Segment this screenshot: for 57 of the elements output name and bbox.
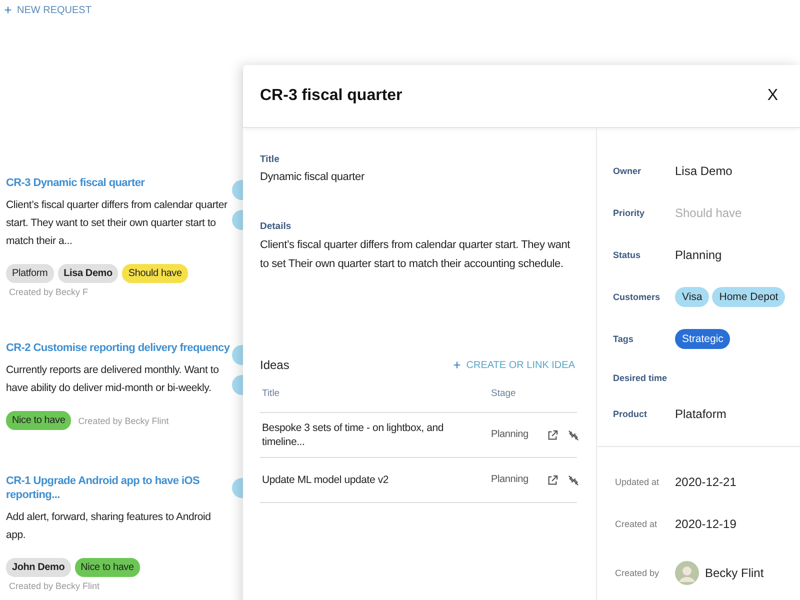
priority-field[interactable]: Should have <box>675 206 785 220</box>
field-label: Owner <box>613 166 642 176</box>
user-name: Becky Flint <box>705 566 764 580</box>
close-button[interactable]: X <box>767 87 778 105</box>
request-description: Client’s fiscal quarter differs from calendar quarter start. They want to set their own quarter start to match their a... <box>6 198 228 249</box>
ideas-heading: Ideas <box>260 358 290 372</box>
field-label: Desired time <box>613 373 668 383</box>
created-by-text: Created by Becky Flint <box>78 416 169 426</box>
tag-chip: Visa <box>675 287 710 307</box>
field-value: Planning <box>675 248 722 262</box>
field-label: Tags <box>613 334 634 344</box>
field-value: 2020-12-21 <box>675 475 736 489</box>
tag-chip: Nice to have <box>74 558 140 577</box>
title-value: Dynamic fiscal quarter <box>260 171 366 183</box>
tag-chip: Home Depot <box>712 287 786 307</box>
unlink-icon[interactable] <box>568 474 579 486</box>
new-request-button[interactable]: NEW REQUEST <box>4 4 92 16</box>
field-label: Title <box>260 154 280 165</box>
tag-chip: Platform <box>6 264 54 283</box>
field-value: Plataform <box>675 407 726 421</box>
column-header: Stage <box>490 388 517 398</box>
field-label: Product <box>613 409 648 419</box>
avatar-icon <box>675 558 699 588</box>
field-label: Updated at <box>615 477 660 487</box>
request-title-link[interactable]: CR-1 Upgrade Android app to have iOS reporting... <box>6 474 230 502</box>
field-label: Created by <box>615 568 660 578</box>
tag-chip: Should have <box>122 264 188 283</box>
stage-cell-text: Planning <box>490 428 530 442</box>
field-label: Status <box>613 250 642 260</box>
field-label: Created at <box>615 519 658 529</box>
request-title-link[interactable]: CR-2 Customise reporting delivery frequency <box>6 341 230 355</box>
created-by-text: Created by Becky Flint <box>9 581 100 591</box>
field-label: Details <box>260 221 292 232</box>
tag-chip: Lisa Demo <box>58 264 118 283</box>
column-header: Title <box>261 388 281 398</box>
external-link-icon[interactable] <box>547 430 558 440</box>
tag-chip: Nice to have <box>6 411 72 430</box>
plus-icon <box>4 6 12 14</box>
request-description: Add alert, forward, sharing features to Android app. <box>6 510 212 543</box>
details-value: Client’s fiscal quarter differs from calendar quarter start. They want to set Their own quarter start to match their accounting schedule. <box>260 238 572 272</box>
plus-icon <box>453 361 462 369</box>
external-link-icon[interactable] <box>547 474 558 486</box>
create-link-idea-button[interactable]: CREATE OR LINK IDEA <box>453 360 575 370</box>
idea-title-cell-text: Update ML model update v2 <box>261 473 390 487</box>
tag-chip: John Demo <box>6 558 71 577</box>
field-value: Lisa Demo <box>675 164 732 178</box>
request-description: Currently reports are delivered monthly. Want to have ability do deliver mid-month or bi-weekly. <box>6 363 220 396</box>
created-by-text: Created by Becky F <box>9 287 88 297</box>
field-label: Priority <box>613 208 646 218</box>
unlink-icon[interactable] <box>568 430 579 440</box>
idea-title-cell-text: Bespoke 3 sets of time - on lightbox, and timeline... <box>261 421 444 449</box>
field-value: 2020-12-19 <box>675 517 736 531</box>
field-label: Customers <box>613 292 662 302</box>
request-title-link[interactable]: CR-3 Dynamic fiscal quarter <box>6 176 230 190</box>
stage-cell-text: Planning <box>490 473 530 487</box>
panel-title: CR-3 fiscal quarter <box>260 87 402 105</box>
tag-chip: Strategic <box>675 329 730 349</box>
